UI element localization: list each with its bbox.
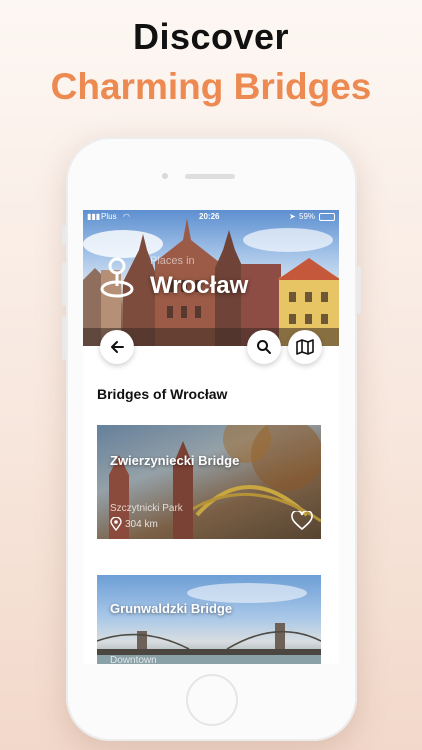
phone-camera (162, 173, 168, 179)
location-arrow-icon: ➤ (289, 212, 296, 221)
battery-percent: 59% (299, 212, 316, 221)
bridge-card[interactable]: Grunwaldzki Bridge Downtown (97, 575, 321, 664)
map-button[interactable] (288, 330, 322, 364)
carrier-label: Plus (101, 212, 117, 221)
section-title: Bridges of Wrocław (97, 386, 228, 402)
back-button[interactable] (100, 330, 134, 364)
phone-mute-switch (62, 225, 66, 245)
hero-image-wroclaw-town-hall: ▮▮▮ Plus ◠ 20:26 ➤ 59% Places in Wrocław (83, 210, 339, 346)
arrow-left-icon (111, 341, 124, 353)
card-area: Downtown (110, 655, 157, 664)
bridge-card[interactable]: Zwierzyniecki Bridge Szczytnicki Park 30… (97, 425, 321, 539)
phone-power-button (357, 266, 361, 314)
card-area: Szczytnicki Park (110, 503, 183, 514)
phone-volume-down (62, 316, 66, 360)
headline-discover: Discover (132, 16, 290, 57)
location-pin-icon (100, 257, 134, 298)
card-title: Grunwaldzki Bridge (110, 601, 233, 616)
card-distance: 304 km (125, 519, 158, 530)
phone-home-button[interactable] (186, 674, 238, 726)
app-screen: ▮▮▮ Plus ◠ 20:26 ➤ 59% Places in Wrocław (83, 210, 339, 664)
map-icon (296, 339, 314, 355)
wifi-icon: ◠ (123, 212, 130, 221)
signal-icon: ▮▮▮ (87, 212, 101, 221)
hero-city-title: Wrocław (150, 272, 249, 299)
headline-charming-bridges: Charming Bridges (50, 66, 372, 107)
status-bar: ▮▮▮ Plus ◠ 20:26 ➤ 59% (83, 210, 339, 224)
phone-volume-up (62, 262, 66, 306)
battery-icon (319, 213, 335, 221)
card-title: Zwierzyniecki Bridge (110, 453, 240, 468)
clock: 20:26 (199, 212, 220, 221)
bridge-photo-grunwaldzki (97, 583, 321, 664)
search-icon (257, 340, 271, 354)
search-button[interactable] (247, 330, 281, 364)
location-pin-icon (110, 517, 122, 531)
hero-kicker: Places in (150, 255, 195, 267)
phone-speaker (185, 174, 235, 179)
heart-outline-icon[interactable] (291, 511, 313, 531)
